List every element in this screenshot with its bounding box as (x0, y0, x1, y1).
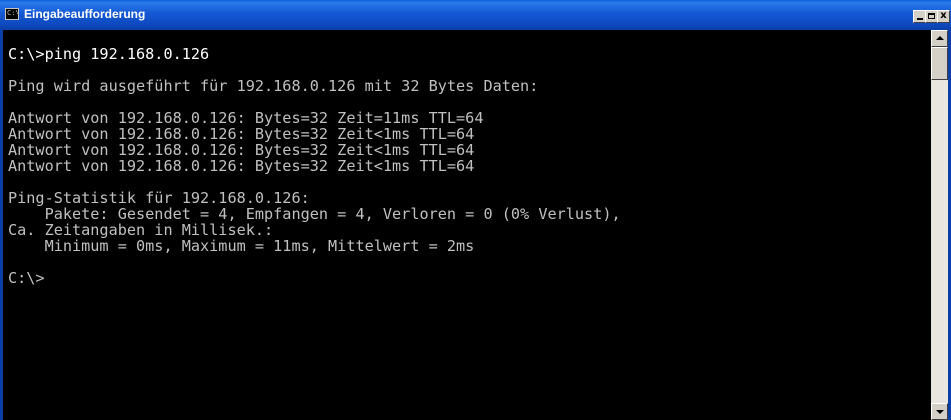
scroll-down-button[interactable] (931, 403, 948, 420)
reply-line: Antwort von 192.168.0.126: Bytes=32 Zeit… (8, 109, 484, 127)
reply-line: Antwort von 192.168.0.126: Bytes=32 Zeit… (8, 125, 475, 143)
command-line: C:\>ping 192.168.0.126 (8, 45, 210, 63)
ping-header-line: Ping wird ausgeführt für 192.168.0.126 m… (8, 77, 539, 95)
timing-header-line: Ca. Zeitangaben in Millisek.: (8, 221, 274, 239)
vertical-scrollbar[interactable] (931, 30, 948, 420)
console-window: C:\ Eingabeaufforderung x C:\>ping 192.1… (0, 0, 951, 420)
console-output[interactable]: C:\>ping 192.168.0.126 Ping wird ausgefü… (3, 30, 931, 420)
window-title: Eingabeaufforderung (24, 7, 146, 21)
reply-line: Antwort von 192.168.0.126: Bytes=32 Zeit… (8, 141, 475, 159)
title-bar[interactable]: C:\ Eingabeaufforderung x (0, 0, 951, 30)
statistics-header-line: Ping-Statistik für 192.168.0.126: (8, 189, 310, 207)
packets-line: Pakete: Gesendet = 4, Empfangen = 4, Ver… (8, 205, 621, 223)
prompt-line[interactable]: C:\> (8, 270, 45, 286)
maximize-icon (928, 13, 935, 19)
scroll-thumb[interactable] (931, 47, 948, 80)
reply-line: Antwort von 192.168.0.126: Bytes=32 Zeit… (8, 157, 475, 175)
close-icon: x (940, 10, 947, 21)
console-icon[interactable]: C:\ (5, 8, 20, 20)
scroll-up-button[interactable] (931, 30, 948, 47)
scroll-down-arrow-icon (936, 410, 944, 414)
scroll-up-arrow-icon (936, 36, 944, 40)
minimize-icon (917, 18, 923, 20)
timing-values-line: Minimum = 0ms, Maximum = 11ms, Mittelwer… (8, 237, 475, 255)
close-button[interactable]: x (937, 10, 950, 23)
